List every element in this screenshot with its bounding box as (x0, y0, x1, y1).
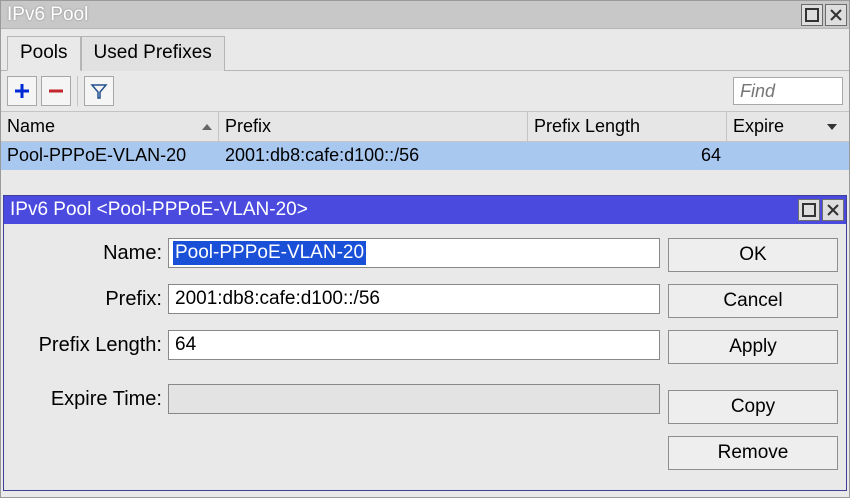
prefix-input[interactable] (168, 284, 660, 314)
prefix-label: Prefix: (12, 288, 168, 311)
maximize-icon (805, 8, 819, 22)
column-expire-label: Expire (733, 116, 784, 137)
column-expire[interactable]: Expire (727, 112, 845, 141)
close-icon (826, 203, 840, 217)
name-label: Name: (12, 242, 168, 265)
prefix-length-label: Prefix Length: (12, 334, 168, 357)
main-window: IPv6 Pool Pools Used Prefixes (0, 0, 850, 498)
titlebar: IPv6 Pool (1, 1, 849, 29)
tab-used-prefixes[interactable]: Used Prefixes (81, 36, 225, 71)
tab-pools[interactable]: Pools (7, 36, 81, 71)
form: Name: Pool-PPPoE-VLAN-20 Prefix: Prefix … (12, 238, 660, 470)
toolbar (1, 71, 849, 111)
dialog-button-column: OK Cancel Apply Copy Remove (668, 238, 838, 470)
plus-icon (13, 82, 31, 100)
cell-prefix: 2001:db8:cafe:d100::/56 (219, 142, 528, 169)
window-title: IPv6 Pool (7, 4, 801, 26)
sort-asc-icon (202, 122, 212, 132)
toolbar-separator (77, 76, 78, 106)
dialog-titlebar: IPv6 Pool <Pool-PPPoE-VLAN-20> (4, 196, 846, 224)
column-name[interactable]: Name (1, 112, 219, 141)
remove-button-toolbar[interactable] (41, 76, 71, 106)
titlebar-buttons (801, 4, 847, 26)
copy-button[interactable]: Copy (668, 390, 838, 424)
dialog-body: Name: Pool-PPPoE-VLAN-20 Prefix: Prefix … (4, 224, 846, 490)
tab-strip: Pools Used Prefixes (1, 29, 849, 71)
dialog-maximize-button[interactable] (798, 199, 820, 221)
close-icon (829, 8, 843, 22)
dialog-title: IPv6 Pool <Pool-PPPoE-VLAN-20> (10, 199, 798, 221)
cell-name: Pool-PPPoE-VLAN-20 (1, 142, 219, 169)
table-row[interactable]: Pool-PPPoE-VLAN-20 2001:db8:cafe:d100::/… (1, 142, 849, 170)
close-button[interactable] (825, 4, 847, 26)
dialog-close-button[interactable] (822, 199, 844, 221)
edit-dialog: IPv6 Pool <Pool-PPPoE-VLAN-20> Name: Poo… (3, 195, 847, 491)
minus-icon (47, 82, 65, 100)
expire-input[interactable] (168, 384, 660, 414)
name-input[interactable]: Pool-PPPoE-VLAN-20 (168, 238, 660, 268)
column-prefix[interactable]: Prefix (219, 112, 528, 141)
prefix-length-input[interactable] (168, 330, 660, 360)
ok-button[interactable]: OK (668, 238, 838, 272)
cancel-button[interactable]: Cancel (668, 284, 838, 318)
find-input[interactable] (733, 77, 843, 105)
filter-button[interactable] (84, 76, 114, 106)
column-prefix-length[interactable]: Prefix Length (528, 112, 727, 141)
remove-button[interactable]: Remove (668, 436, 838, 470)
funnel-icon (90, 82, 108, 100)
expire-label: Expire Time: (12, 388, 168, 411)
maximize-button[interactable] (801, 4, 823, 26)
maximize-icon (802, 203, 816, 217)
column-name-label: Name (7, 116, 55, 137)
apply-button[interactable]: Apply (668, 330, 838, 364)
cell-prefix-length: 64 (528, 142, 727, 169)
table-header: Name Prefix Prefix Length Expire (1, 111, 849, 142)
cell-expire (727, 142, 845, 169)
add-button[interactable] (7, 76, 37, 106)
name-input-selection: Pool-PPPoE-VLAN-20 (173, 241, 366, 265)
